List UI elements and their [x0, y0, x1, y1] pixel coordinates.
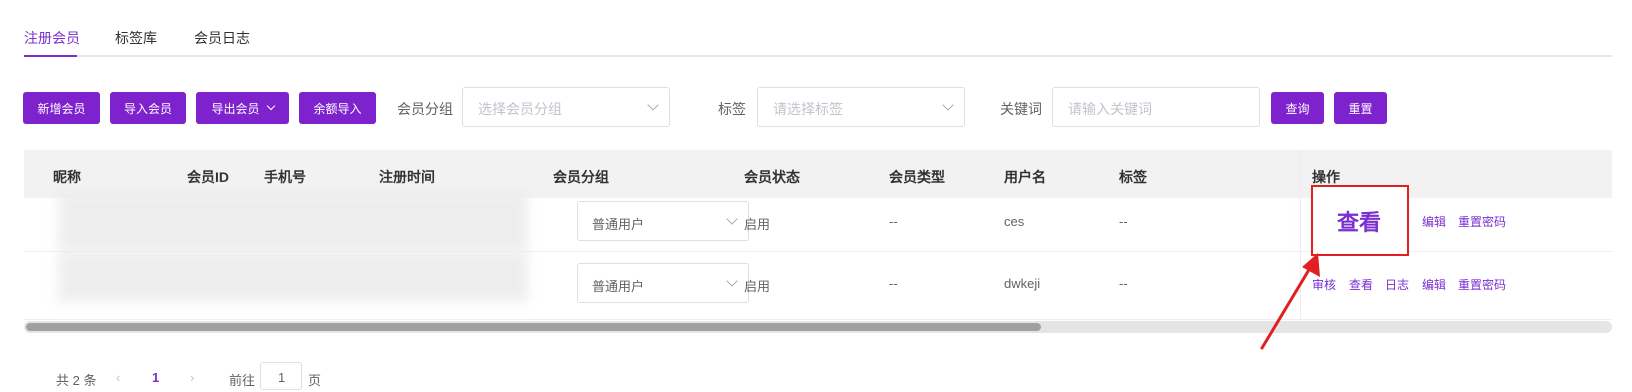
query-button[interactable]: 查询 — [1271, 92, 1324, 124]
keyword-input[interactable]: 请输入关键词 — [1052, 87, 1260, 127]
header-member-id: 会员ID — [187, 169, 229, 185]
header-phone: 手机号 — [264, 169, 306, 185]
chevron-down-icon — [942, 99, 954, 111]
chevron-down-icon — [726, 275, 738, 287]
goto-prefix: 前往 — [229, 373, 256, 388]
redacted-area — [58, 190, 528, 252]
member-group-placeholder: 选择会员分组 — [478, 101, 562, 117]
active-tab-indicator — [24, 55, 77, 57]
goto-suffix: 页 — [308, 373, 322, 388]
row-username: ces — [1004, 214, 1025, 229]
row-status: 启用 — [744, 217, 771, 232]
row-type: -- — [889, 214, 898, 229]
goto-page-value: 1 — [278, 370, 286, 385]
row-type: -- — [889, 276, 898, 291]
import-member-button[interactable]: 导入会员 — [110, 92, 186, 124]
tag-select[interactable]: 请选择标签 — [757, 87, 965, 127]
annotation-arrow-icon — [1260, 253, 1320, 350]
chevron-down-icon — [266, 101, 275, 111]
current-page-number[interactable]: 1 — [152, 370, 159, 385]
header-member-group: 会员分组 — [553, 169, 609, 185]
edit-link[interactable]: 编辑 — [1422, 276, 1446, 293]
view-link[interactable]: 查看 — [1349, 276, 1373, 293]
table-row: 普通用户 启用 -- dwkeji -- 审核 查看 日志 编辑 重置密码 — [24, 252, 1612, 320]
reset-button[interactable]: 重置 — [1334, 92, 1387, 124]
pagination-total: 共 2 条 — [56, 373, 97, 388]
redacted-area — [58, 252, 528, 302]
chevron-down-icon — [726, 213, 738, 225]
reset-password-link[interactable]: 重置密码 — [1458, 213, 1506, 230]
add-member-button[interactable]: 新增会员 — [23, 92, 100, 124]
log-link[interactable]: 日志 — [1385, 276, 1409, 293]
export-member-button[interactable]: 导出会员 — [196, 92, 289, 124]
header-member-status: 会员状态 — [744, 169, 800, 185]
header-nickname: 昵称 — [53, 169, 81, 185]
export-member-label: 导出会员 — [211, 101, 260, 116]
next-page-button[interactable]: › — [190, 370, 194, 385]
header-tags: 标签 — [1119, 169, 1147, 185]
goto-page-input[interactable]: 1 — [260, 362, 302, 390]
row-status: 启用 — [744, 279, 771, 294]
edit-link[interactable]: 编辑 — [1422, 213, 1446, 230]
reset-password-link[interactable]: 重置密码 — [1458, 276, 1506, 293]
keyword-placeholder: 请输入关键词 — [1068, 101, 1152, 117]
tab-bar: 注册会员 标签库 会员日志 — [24, 0, 1612, 57]
row-username: dwkeji — [1004, 276, 1041, 291]
tag-placeholder: 请选择标签 — [773, 101, 843, 117]
horizontal-scrollbar-thumb[interactable] — [26, 323, 1041, 331]
row-tags: -- — [1119, 276, 1128, 291]
chevron-down-icon — [647, 99, 659, 111]
tab-member-log[interactable]: 会员日志 — [194, 28, 250, 48]
header-username: 用户名 — [1004, 169, 1046, 185]
header-reg-time: 注册时间 — [379, 169, 435, 185]
member-group-select[interactable]: 选择会员分组 — [462, 87, 670, 127]
row-group-select[interactable]: 普通用户 — [577, 201, 749, 241]
tab-tag-library[interactable]: 标签库 — [115, 28, 157, 48]
view-link-highlighted[interactable]: 查看 — [1337, 205, 1381, 237]
keyword-label: 关键词 — [1000, 101, 1042, 117]
balance-import-button[interactable]: 余额导入 — [299, 92, 376, 124]
member-group-label: 会员分组 — [397, 101, 453, 117]
row-group-value: 普通用户 — [592, 217, 645, 232]
tag-label: 标签 — [718, 101, 746, 117]
header-actions: 操作 — [1312, 169, 1340, 185]
row-tags: -- — [1119, 214, 1128, 229]
tab-registered-members[interactable]: 注册会员 — [24, 28, 80, 48]
row-group-select[interactable]: 普通用户 — [577, 263, 749, 303]
header-member-type: 会员类型 — [889, 169, 945, 185]
prev-page-button[interactable]: ‹ — [116, 370, 120, 385]
row-group-value: 普通用户 — [592, 279, 645, 294]
